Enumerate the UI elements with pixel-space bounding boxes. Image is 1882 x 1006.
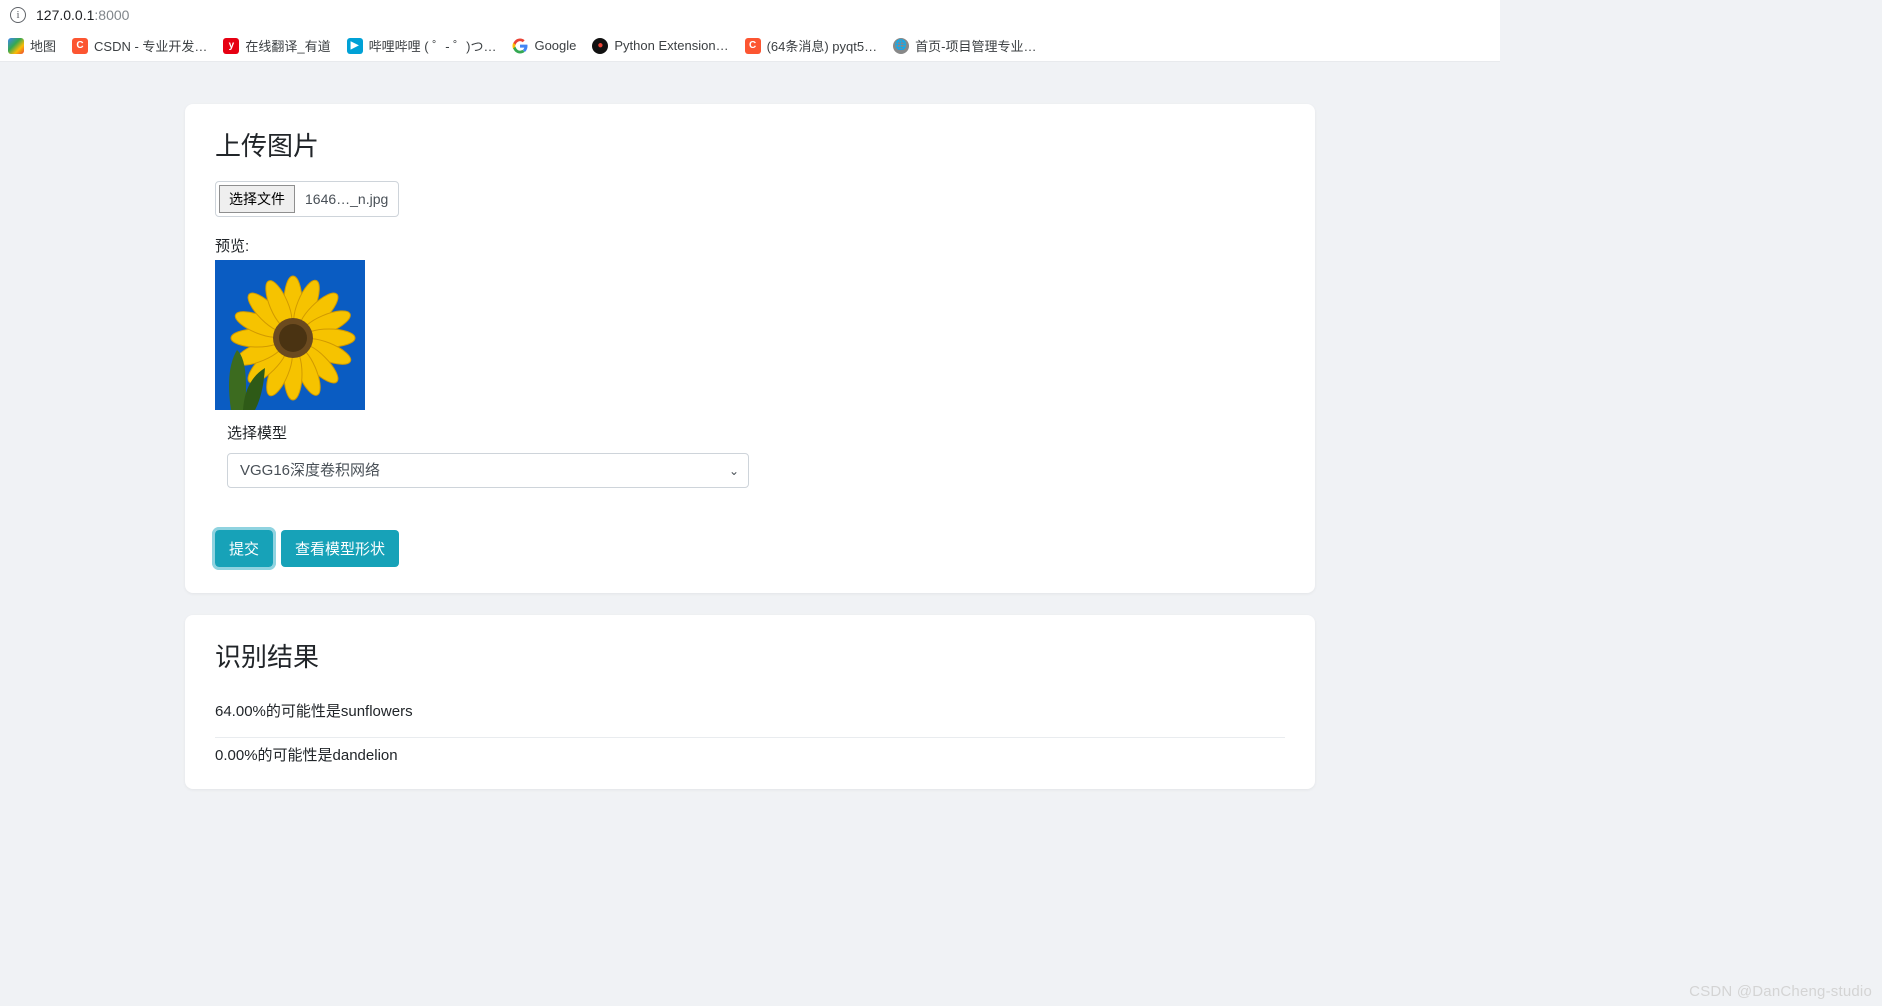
- bookmark-label: (64条消息) pyqt5…: [767, 36, 878, 55]
- page-body: 上传图片 选择文件 1646…_n.jpg 预览:: [0, 62, 1500, 811]
- bookmark-pyqt[interactable]: C (64条消息) pyqt5…: [745, 36, 878, 55]
- submit-button[interactable]: 提交: [215, 530, 273, 567]
- view-model-shape-button[interactable]: 查看模型形状: [281, 530, 399, 567]
- file-input[interactable]: 选择文件 1646…_n.jpg: [215, 181, 399, 217]
- preview-image: [215, 260, 365, 410]
- model-select[interactable]: VGG16深度卷积网络: [227, 453, 749, 488]
- result-row: 64.00%的可能性是sunflowers: [215, 694, 1285, 738]
- upload-card: 上传图片 选择文件 1646…_n.jpg 预览:: [185, 104, 1315, 593]
- bookmark-google[interactable]: Google: [512, 38, 576, 54]
- python-ext-icon: ●: [592, 38, 608, 54]
- bookmark-csdn[interactable]: C CSDN - 专业开发…: [72, 36, 207, 55]
- url-port: :8000: [94, 7, 129, 23]
- watermark: CSDN @DanCheng-studio: [1689, 983, 1872, 1000]
- selected-file-name: 1646…_n.jpg: [305, 191, 388, 207]
- result-row: 0.00%的可能性是dandelion: [215, 738, 1285, 781]
- address-bar[interactable]: i 127.0.0.1:8000: [0, 0, 1500, 30]
- bookmark-maps[interactable]: 地图: [8, 36, 56, 55]
- bookmark-pm-home[interactable]: 🌐 首页-项目管理专业…: [893, 36, 1036, 55]
- bilibili-icon: ▶: [347, 38, 363, 54]
- url-host: 127.0.0.1: [36, 7, 94, 23]
- upload-title: 上传图片: [215, 126, 1285, 163]
- button-row: 提交 查看模型形状: [215, 530, 1285, 567]
- bookmarks-bar: 地图 C CSDN - 专业开发… y 在线翻译_有道 ▶ 哔哩哔哩 ( ゜- …: [0, 30, 1500, 62]
- model-select-wrap: VGG16深度卷积网络 ⌄: [227, 453, 749, 488]
- preview-label: 预览:: [215, 235, 1285, 256]
- info-icon: i: [10, 7, 26, 23]
- results-card: 识别结果 64.00%的可能性是sunflowers 0.00%的可能性是dan…: [185, 615, 1315, 789]
- bookmark-label: CSDN - 专业开发…: [94, 36, 207, 55]
- results-title: 识别结果: [215, 637, 1285, 674]
- google-icon: [512, 38, 528, 54]
- choose-file-button[interactable]: 选择文件: [219, 185, 295, 213]
- bookmark-label: Python Extension…: [614, 38, 728, 53]
- maps-icon: [8, 38, 24, 54]
- bookmark-youdao[interactable]: y 在线翻译_有道: [223, 36, 330, 55]
- bookmark-label: 地图: [30, 36, 56, 55]
- bookmark-python-ext[interactable]: ● Python Extension…: [592, 38, 728, 54]
- bookmark-label: 首页-项目管理专业…: [915, 36, 1036, 55]
- globe-icon: 🌐: [893, 38, 909, 54]
- csdn-icon: C: [745, 38, 761, 54]
- youdao-icon: y: [223, 38, 239, 54]
- bookmark-bilibili[interactable]: ▶ 哔哩哔哩 ( ゜- ゜)つ…: [347, 36, 497, 55]
- bookmark-label: 在线翻译_有道: [245, 36, 330, 55]
- bookmark-label: 哔哩哔哩 ( ゜- ゜)つ…: [369, 36, 497, 55]
- model-label: 选择模型: [227, 422, 1285, 443]
- bookmark-label: Google: [534, 38, 576, 53]
- csdn-icon: C: [72, 38, 88, 54]
